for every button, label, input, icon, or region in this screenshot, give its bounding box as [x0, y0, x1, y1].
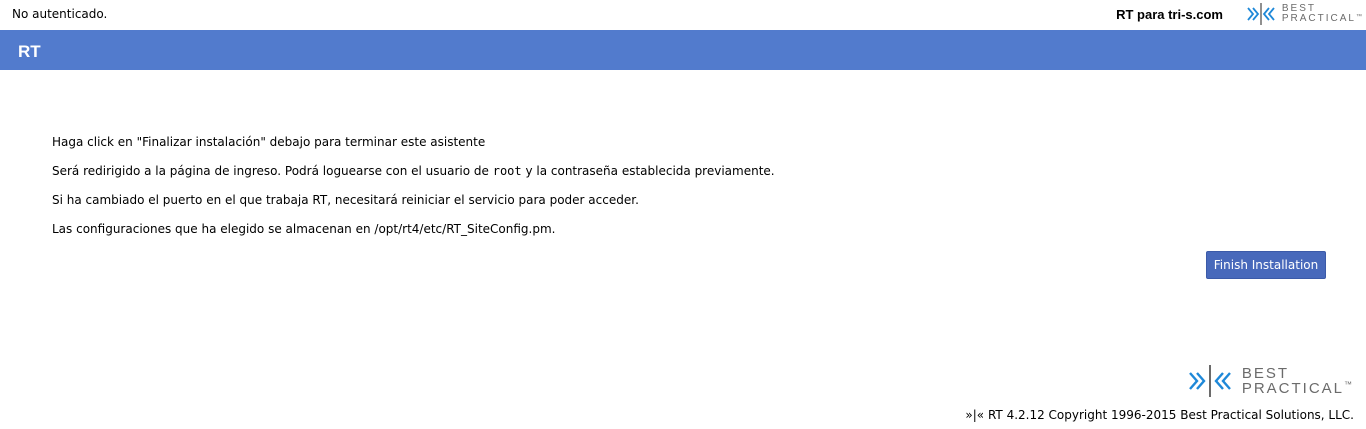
footer-trademark-symbol: ™ — [1344, 380, 1352, 389]
footer-logo-line-practical: PRACTICAL — [1241, 380, 1344, 397]
instruction-line-2-start: Será redirigido a la página de ingreso. … — [52, 164, 493, 178]
instruction-line-1: Haga click en "Finalizar instalación" de… — [52, 135, 486, 149]
logo-text: BEST PRACTICAL™ — [1282, 4, 1362, 24]
header-bar: RT — [0, 30, 1366, 70]
footer-copyright: »|« RT 4.2.12 Copyright 1996-2015 Best P… — [965, 408, 1354, 422]
best-practical-logo-icon — [1188, 365, 1231, 397]
best-practical-logo[interactable]: BEST PRACTICAL™ — [1246, 2, 1362, 26]
best-practical-logo-icon — [1247, 3, 1275, 25]
root-username: root — [492, 164, 522, 178]
site-name: RT para tri-s.com — [1116, 7, 1223, 22]
instruction-line-3: Si ha cambiado el puerto en el que traba… — [52, 193, 639, 207]
finish-installation-button[interactable]: Finish Installation — [1206, 251, 1326, 279]
top-bar: No autenticado. RT para tri-s.com BEST P… — [0, 0, 1366, 29]
instruction-line-2: Será redirigido a la página de ingreso. … — [52, 163, 775, 179]
main-content: Haga click en "Finalizar instalación" de… — [52, 134, 775, 250]
auth-status: No autenticado. — [12, 7, 108, 21]
trademark-symbol: ™ — [1356, 14, 1362, 20]
footer-logo-text: BEST PRACTICAL™ — [1242, 366, 1352, 396]
logo-line-practical: PRACTICAL — [1281, 13, 1356, 24]
instruction-line-2-end: y la contraseña establecida previamente. — [521, 164, 775, 178]
instruction-line-4: Las configuraciones que ha elegido se al… — [52, 222, 556, 236]
footer-logo-line-best: BEST — [1241, 365, 1289, 382]
page-title: RT — [18, 42, 41, 61]
footer-best-practical-logo[interactable]: BEST PRACTICAL™ — [1188, 364, 1352, 398]
